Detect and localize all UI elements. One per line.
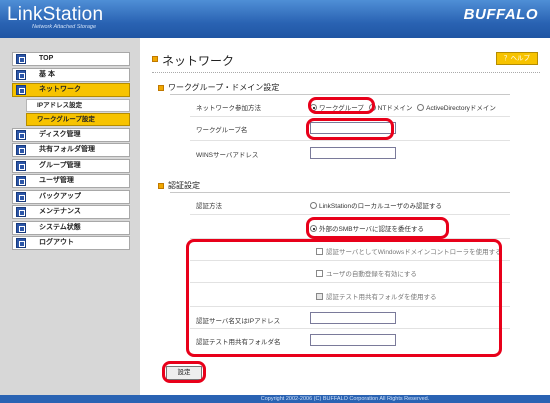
app-header: LinkStation Network Attached Storage BUF… (0, 0, 550, 38)
sidebar-item-label: グループ管理 (39, 161, 81, 169)
sidebar-menu: TOP 基 本 ネットワーク IPアドレス設定 ワークグループ設定 ディスク管理… (12, 52, 130, 252)
sidebar-item-network[interactable]: ネットワーク (12, 83, 130, 97)
backup-icon (16, 191, 26, 202)
folder-icon (16, 145, 26, 155)
sidebar-item-label: ユーザ管理 (39, 177, 74, 184)
section-bullet-icon (158, 84, 164, 91)
sidebar-item-backup[interactable]: バックアップ (12, 189, 130, 204)
auth-method-label: 認証方法 (196, 203, 222, 210)
sidebar-subitem-ip-address[interactable]: IPアドレス設定 (26, 98, 130, 112)
sidebar-item-label: IPアドレス設定 (37, 101, 83, 109)
sidebar-item-label: メンテナンス (39, 208, 81, 215)
sidebar-item-user[interactable]: ユーザ管理 (12, 174, 130, 188)
maintenance-icon (16, 207, 26, 217)
sidebar-item-label: ネットワーク (39, 86, 81, 93)
section-label: 認証設定 (168, 181, 200, 190)
sidebar-item-group[interactable]: グループ管理 (12, 158, 130, 173)
annotation-workgroup-radio (308, 97, 375, 114)
sidebar-item-label: TOP (39, 55, 54, 62)
sidebar-item-label: バックアップ (39, 192, 81, 200)
radio-local-auth[interactable]: LinkStationのローカルユーザのみ認証する (310, 200, 442, 210)
page-title: ネットワーク (162, 54, 235, 68)
radio-label: NTドメイン (377, 105, 413, 112)
sidebar-item-label: システム状態 (39, 223, 81, 231)
sidebar-item-disk[interactable]: ディスク管理 (12, 127, 130, 142)
radio-off-icon (310, 202, 317, 209)
network-icon (16, 85, 26, 95)
page-header: ネットワーク ？ヘルプ (152, 52, 540, 68)
status-icon (16, 222, 26, 233)
sidebar-item-basic[interactable]: 基 本 (12, 67, 130, 82)
radio-label: ActiveDirectoryドメイン (426, 105, 496, 112)
join-method-label: ネットワーク参加方法 (196, 105, 261, 112)
sidebar-item-shared-folder[interactable]: 共有フォルダ管理 (12, 143, 130, 157)
radio-label: LinkStationのローカルユーザのみ認証する (319, 203, 443, 210)
wins-server-input[interactable] (310, 147, 396, 159)
brand-subtitle: Network Attached Storage (32, 24, 96, 30)
sidebar-item-label: ワークグループ設定 (37, 116, 95, 123)
user-icon (16, 176, 26, 186)
brand-title: LinkStation (7, 4, 104, 25)
row-divider (190, 214, 510, 215)
section-divider (170, 192, 510, 193)
disk-icon (16, 129, 26, 140)
group-icon (16, 160, 26, 171)
sidebar-subitem-workgroup[interactable]: ワークグループ設定 (26, 113, 130, 126)
doc-icon (16, 69, 26, 80)
buffalo-logo: BUFFALO (463, 6, 538, 23)
section-label: ワークグループ・ドメイン設定 (168, 83, 280, 92)
workgroup-name-label: ワークグループ名 (196, 127, 248, 134)
sidebar-item-system-status[interactable]: システム状態 (12, 220, 130, 235)
footer-left (0, 395, 140, 403)
section-divider (170, 94, 510, 95)
sidebar-item-label: ログアウト (39, 239, 74, 246)
sidebar-item-top[interactable]: TOP (12, 52, 130, 66)
title-divider (152, 72, 540, 73)
radio-off-icon (417, 104, 425, 111)
main-panel: ネットワーク ？ヘルプ ワークグループ・ドメイン設定 ネットワーク参加方法 ワー… (140, 38, 550, 395)
title-bullet-icon (152, 56, 158, 62)
annotation-external-smb (306, 217, 449, 239)
row-divider (190, 116, 510, 117)
sidebar-item-label: 共有フォルダ管理 (39, 146, 95, 153)
sidebar-item-label: ディスク管理 (39, 130, 81, 138)
section-workgroup-title: ワークグループ・ドメイン設定 (158, 82, 279, 93)
row-divider (190, 140, 510, 141)
radio-ad-domain[interactable]: ActiveDirectoryドメイン (417, 104, 496, 112)
sidebar-item-label: 基 本 (39, 70, 55, 78)
help-button[interactable]: ？ヘルプ (496, 52, 538, 65)
sidebar-item-maintenance[interactable]: メンテナンス (12, 205, 130, 219)
doc-icon (16, 54, 26, 64)
annotation-auth-details (186, 239, 502, 357)
sidebar-item-logout[interactable]: ログアウト (12, 236, 130, 250)
annotation-workgroup-name (306, 118, 394, 140)
logout-icon (16, 238, 26, 248)
radio-nt-domain[interactable]: NTドメイン (368, 104, 413, 112)
section-bullet-icon (158, 182, 164, 189)
sidebar: TOP 基 本 ネットワーク IPアドレス設定 ワークグループ設定 ディスク管理… (0, 38, 140, 395)
footer-copyright: Copyright 2002-2006 (C) BUFFALO Corporat… (140, 395, 550, 403)
section-auth-title: 認証設定 (158, 180, 200, 191)
annotation-set-button (162, 361, 206, 383)
wins-server-label: WINSサーバアドレス (196, 152, 259, 159)
